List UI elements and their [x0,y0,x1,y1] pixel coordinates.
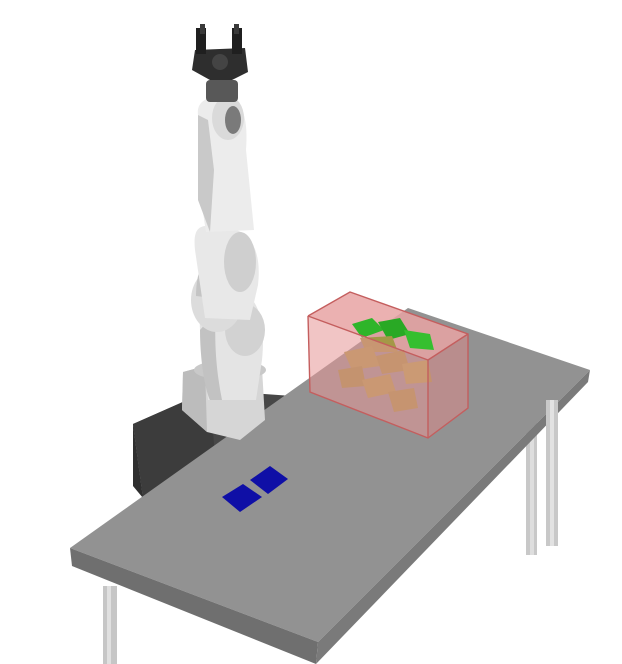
robot-arm [182,24,266,440]
gripper-icon [192,24,248,80]
robot-wrist-joint [206,80,238,102]
simulation-scene [70,24,590,664]
